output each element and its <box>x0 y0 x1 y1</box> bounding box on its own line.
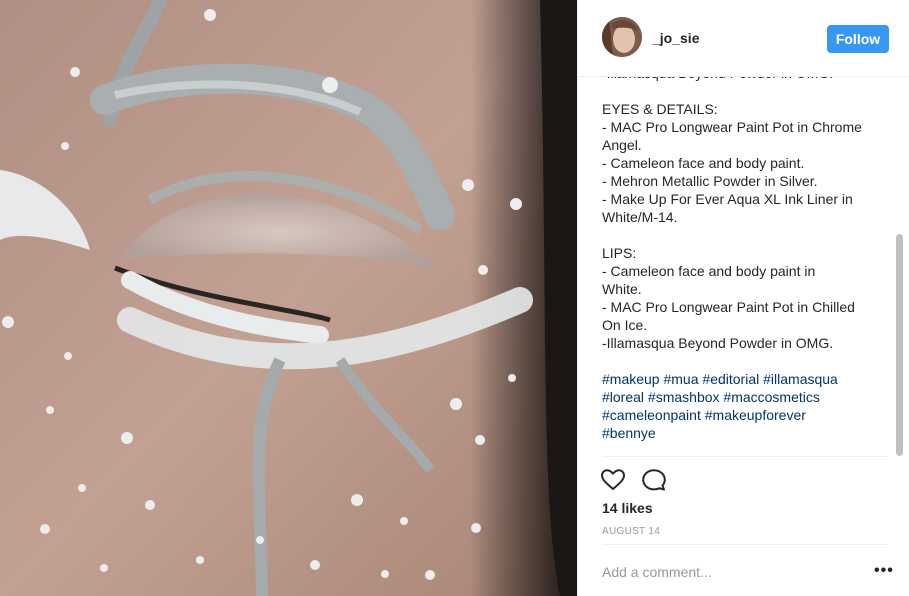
scrollbar[interactable] <box>896 234 903 456</box>
username[interactable]: _jo_sie <box>652 30 699 46</box>
hashtag-link[interactable]: #smashbox <box>648 389 720 405</box>
divider <box>602 456 888 457</box>
caption-line: - MAC Pro Longwear Paint Pot in Chilled <box>602 299 855 315</box>
hashtag-link[interactable]: #loreal <box>602 389 644 405</box>
hashtag-line: #cameleonpaint #makeupforever <box>602 406 892 424</box>
caption-line: - Cameleon face and body paint in <box>602 263 816 279</box>
caption-line: White/M-14. <box>602 209 678 225</box>
hashtags: #makeup #mua #editorial #illamasqua #lore… <box>602 370 892 442</box>
post-date[interactable]: AUGUST 14 <box>602 526 660 537</box>
avatar[interactable] <box>602 17 642 57</box>
caption-line: - Make Up For Ever Aqua XL Ink Liner in <box>602 191 853 207</box>
caption-line: Angel. <box>602 137 642 153</box>
caption-line: White. <box>602 281 642 297</box>
caption-line: -Illamasqua Beyond Powder in OMG. <box>602 335 834 351</box>
caption-area: -Illamasqua Beyond Powder in OMG. EYES & … <box>602 64 892 456</box>
hashtag-line: #loreal #smashbox #maccosmetics <box>602 388 892 406</box>
hashtag-link[interactable]: #makeupforever <box>705 407 806 423</box>
post-photo[interactable] <box>0 0 577 596</box>
makeup-eye-photo <box>0 0 577 596</box>
post-side-panel: -Illamasqua Beyond Powder in OMG. EYES & … <box>577 0 909 596</box>
hashtag-link[interactable]: #editorial <box>702 371 759 387</box>
heart-icon <box>601 469 625 490</box>
caption-line: LIPS: <box>602 245 637 261</box>
like-button[interactable] <box>600 468 626 492</box>
caption-line: - Mehron Metallic Powder in Silver. <box>602 173 818 189</box>
comment-button[interactable] <box>641 468 667 492</box>
likes-count[interactable]: 14 likes <box>602 500 653 516</box>
caption-line: - MAC Pro Longwear Paint Pot in Chrome <box>602 119 862 135</box>
hashtag-link[interactable]: #illamasqua <box>763 371 838 387</box>
caption-line: On Ice. <box>602 317 648 333</box>
caption-line <box>602 352 892 370</box>
hashtag-link[interactable]: #mua <box>663 371 698 387</box>
hashtag-line: #bennye <box>602 424 892 442</box>
add-comment-input[interactable]: Add a comment... <box>602 564 712 580</box>
avatar-image <box>602 17 642 57</box>
comment-icon <box>642 469 666 491</box>
hashtag-link[interactable]: #cameleonpaint <box>602 407 701 423</box>
hashtag-line: #makeup #mua #editorial #illamasqua <box>602 370 892 388</box>
caption-text: -Illamasqua Beyond Powder in OMG. EYES & … <box>602 64 892 370</box>
divider <box>602 544 888 545</box>
hashtag-link[interactable]: #maccosmetics <box>723 389 819 405</box>
post-header: _jo_sie Follow <box>578 0 909 77</box>
caption-line <box>602 226 892 244</box>
follow-button[interactable]: Follow <box>827 25 889 53</box>
caption-line <box>602 82 892 100</box>
hashtag-link[interactable]: #bennye <box>602 425 656 441</box>
caption-line: - Cameleon face and body paint. <box>602 155 805 171</box>
instagram-post: -Illamasqua Beyond Powder in OMG. EYES & … <box>0 0 909 596</box>
caption-line: EYES & DETAILS: <box>602 101 718 117</box>
more-options-button[interactable]: ••• <box>874 563 894 579</box>
hashtag-link[interactable]: #makeup <box>602 371 660 387</box>
